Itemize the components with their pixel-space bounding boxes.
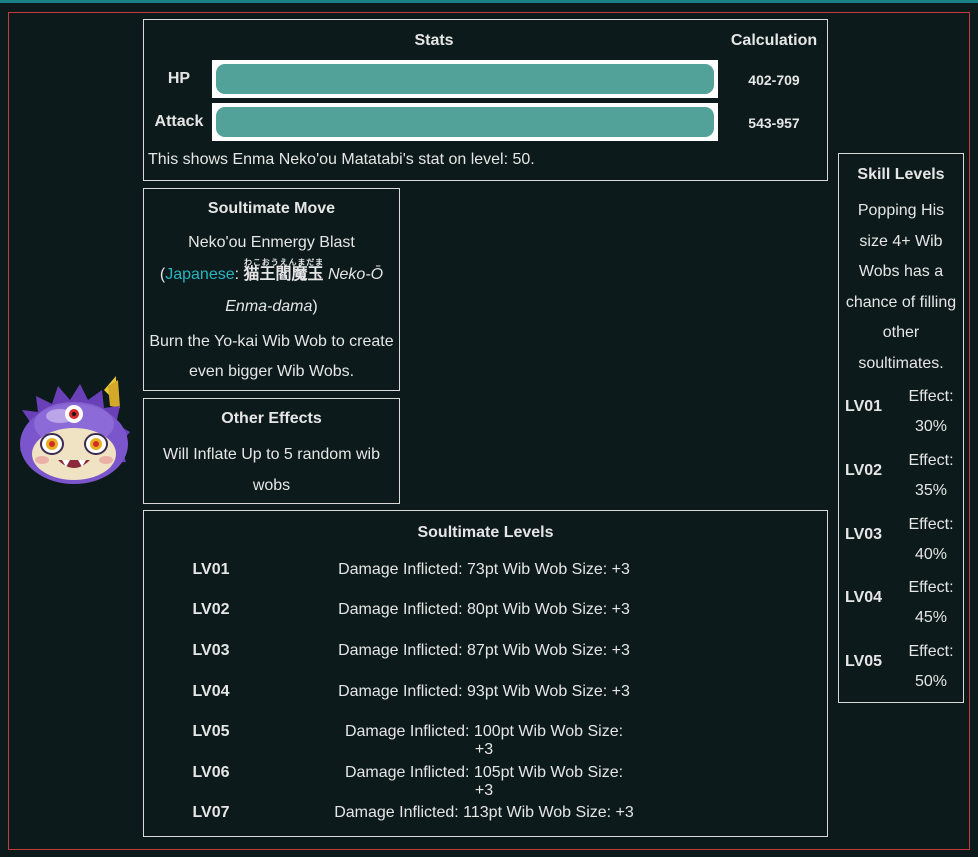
soultimate-levels-panel: Soultimate Levels LV01 Damage Inflicted:…: [143, 510, 828, 837]
soultimate-move-name: Neko'ou Enmergy Blast: [188, 234, 355, 251]
level-effect: Damage Inflicted: 93pt Wib Wob Size: +3: [338, 683, 630, 700]
other-effects-description: Will Inflate Up to 5 random wib wobs: [163, 446, 380, 494]
level-label: LV03: [192, 642, 230, 659]
effect-value: 40%: [914, 546, 948, 563]
attack-label: Attack: [154, 113, 204, 130]
skill-description: Popping His size 4+ Wib Wobs has a chanc…: [845, 202, 957, 372]
level-effect: Damage Inflicted: 73pt Wib Wob Size: +3: [338, 561, 630, 578]
other-effects-title: Other Effects: [221, 410, 322, 427]
effect-label: Effect:: [908, 388, 954, 405]
soultimate-level-row: LV05 Damage Inflicted: 100pt Wib Wob Siz…: [144, 723, 827, 758]
skill-levels-title: Skill Levels: [857, 166, 945, 183]
soultimate-move-title: Soultimate Move: [207, 200, 336, 217]
japanese-link[interactable]: Japanese: [165, 266, 234, 283]
skill-level-row: LV03 Effect: 40%: [839, 510, 963, 566]
level-effect: Damage Inflicted: 80pt Wib Wob Size: +3: [338, 601, 630, 618]
other-effects-panel: Other Effects Will Inflate Up to 5 rando…: [143, 398, 400, 504]
skill-level-label: LV05: [845, 653, 883, 670]
jp-kanji: 猫王閻魔玉わこおうえんまだま: [243, 258, 324, 283]
skill-level-label: LV03: [845, 526, 883, 543]
effect-label: Effect:: [908, 516, 954, 533]
level-effect: Damage Inflicted: 100pt Wib Wob Size: +3: [344, 723, 624, 758]
soultimate-level-row: LV04 Damage Inflicted: 93pt Wib Wob Size…: [144, 683, 827, 707]
effect-label: Effect:: [908, 579, 954, 596]
skill-level-row: LV05 Effect: 50%: [839, 637, 963, 693]
hp-value: 402-709: [748, 72, 800, 88]
level-effect: Damage Inflicted: 113pt Wib Wob Size: +3: [334, 804, 634, 821]
jp-colon: :: [234, 266, 244, 283]
jp-kanji-text: 猫王閻魔玉: [243, 266, 324, 283]
skill-level-row: LV04 Effect: 45%: [839, 573, 963, 629]
level-label: LV06: [192, 764, 230, 781]
skill-effect: Effect: 50%: [899, 637, 963, 697]
attack-value: 543-957: [748, 115, 800, 131]
skill-levels-panel: Skill Levels Popping His size 4+ Wib Wob…: [838, 153, 964, 703]
hp-label: HP: [167, 70, 191, 87]
skill-effect: Effect: 30%: [899, 382, 963, 442]
effect-value: 45%: [914, 609, 948, 626]
effect-value: 35%: [914, 482, 948, 499]
attack-bar: [212, 103, 718, 141]
soultimate-level-row: LV03 Damage Inflicted: 87pt Wib Wob Size…: [144, 642, 827, 666]
calculation-header: Calculation: [730, 32, 818, 49]
soultimate-levels-title: Soultimate Levels: [417, 524, 554, 541]
level-effect: Damage Inflicted: 105pt Wib Wob Size: +3: [344, 764, 624, 799]
stats-note: This shows Enma Neko'ou Matatabi's stat …: [148, 151, 535, 168]
effect-label: Effect:: [908, 643, 954, 660]
stats-header: Stats: [414, 32, 454, 49]
effect-value: 50%: [914, 673, 948, 690]
skill-effect: Effect: 45%: [899, 573, 963, 633]
soultimate-level-row: LV06 Damage Inflicted: 105pt Wib Wob Siz…: [144, 764, 827, 799]
level-effect: Damage Inflicted: 87pt Wib Wob Size: +3: [338, 642, 630, 659]
level-label: LV05: [192, 723, 230, 740]
skill-level-row: LV01 Effect: 30%: [839, 382, 963, 438]
effect-label: Effect:: [908, 452, 954, 469]
skill-level-label: LV04: [845, 589, 883, 606]
level-label: LV02: [192, 601, 230, 618]
stats-panel: Stats Calculation HP 402-709 Attack 543-…: [143, 19, 828, 181]
soultimate-level-row: LV07 Damage Inflicted: 113pt Wib Wob Siz…: [144, 804, 827, 828]
level-label: LV01: [192, 561, 230, 578]
skill-effect: Effect: 40%: [899, 510, 963, 570]
effect-value: 30%: [914, 418, 948, 435]
japanese-name-line: (Japanese: 猫王閻魔玉わこおうえんまだま Neko-Ō Enma-da…: [148, 258, 395, 323]
skill-level-label: LV02: [845, 462, 883, 479]
skill-level-label: LV01: [845, 398, 883, 415]
soultimate-move-description: Burn the Yo-kai Wib Wob to create even b…: [149, 333, 394, 380]
skill-effect: Effect: 35%: [899, 446, 963, 506]
soultimate-level-row: LV02 Damage Inflicted: 80pt Wib Wob Size…: [144, 601, 827, 625]
soultimate-move-panel: Soultimate Move Neko'ou Enmergy Blast (J…: [143, 188, 400, 391]
hp-bar: [212, 60, 718, 98]
top-accent-bar: [0, 0, 978, 3]
skill-level-row: LV02 Effect: 35%: [839, 446, 963, 502]
hp-bar-fill: [216, 64, 714, 94]
enma-nekoou-matatabi-icon: [20, 376, 130, 484]
level-label: LV07: [192, 804, 230, 821]
level-label: LV04: [192, 683, 230, 700]
soultimate-level-row: LV01 Damage Inflicted: 73pt Wib Wob Size…: [144, 561, 827, 585]
jp-ruby: わこおうえんまだま: [243, 258, 324, 267]
attack-bar-fill: [216, 107, 714, 137]
jp-close-paren: ): [312, 298, 318, 315]
